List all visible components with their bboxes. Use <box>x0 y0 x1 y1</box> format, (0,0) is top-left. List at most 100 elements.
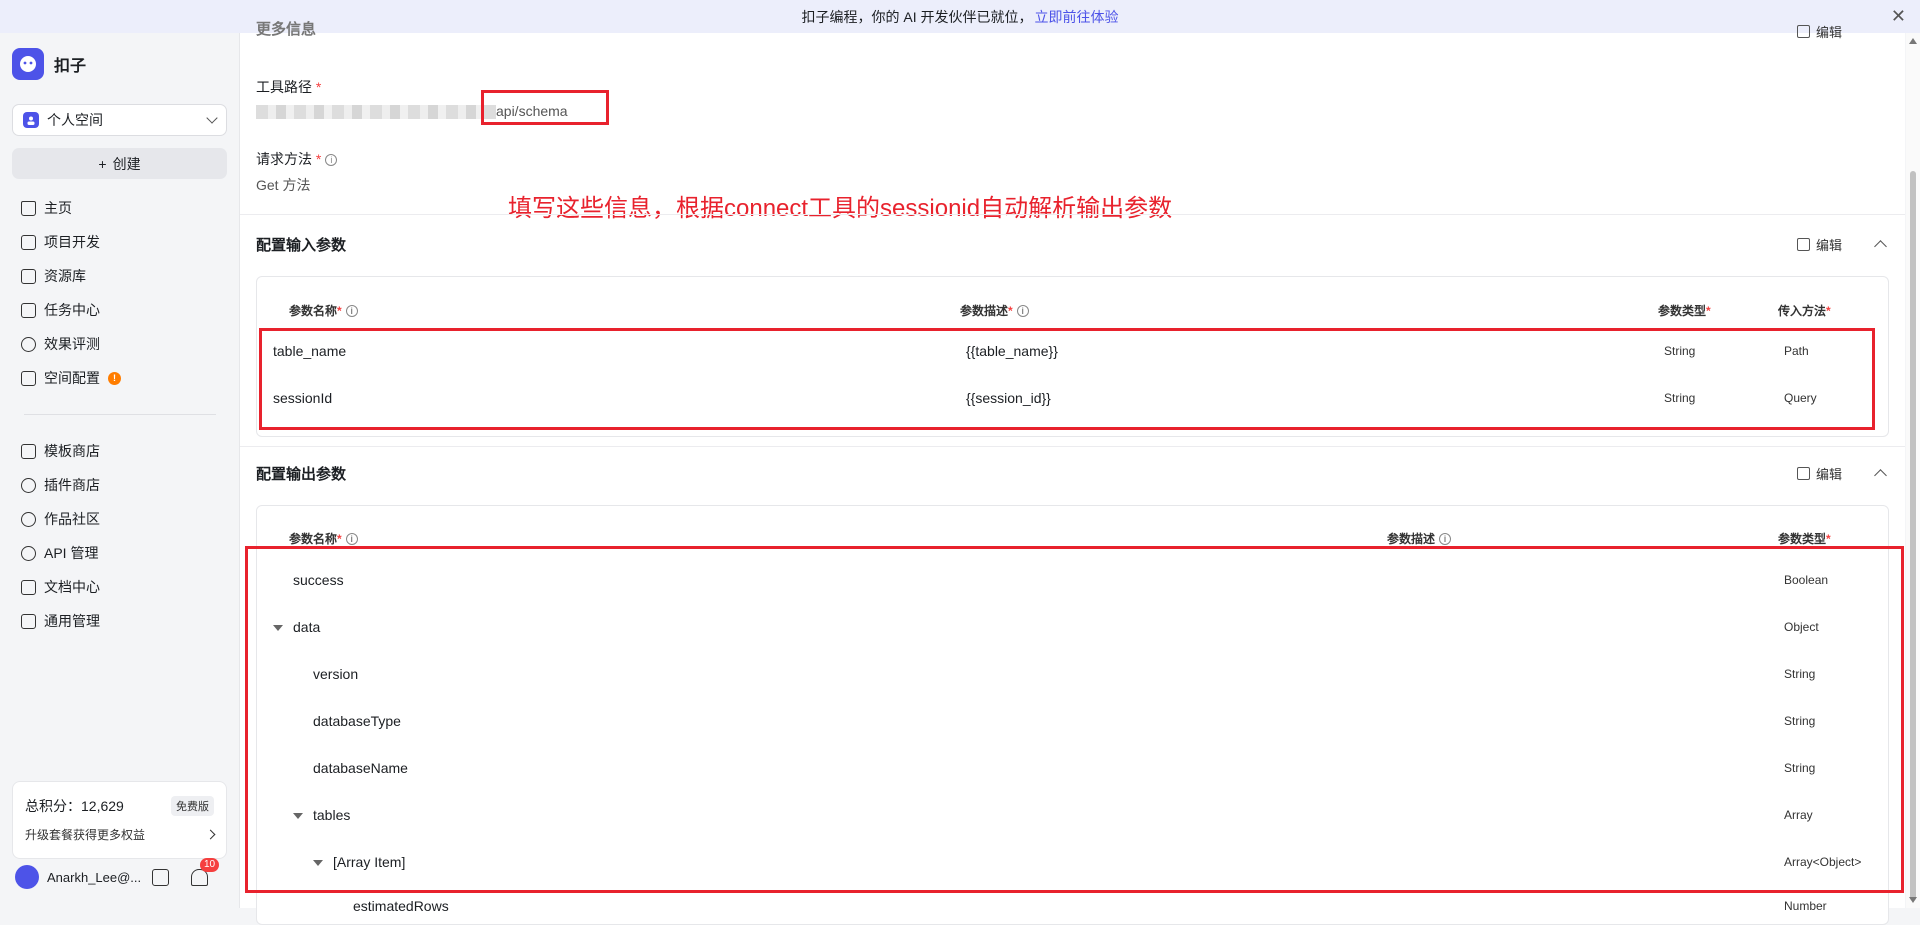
edit-icon <box>1797 238 1810 251</box>
scrollbar-thumb[interactable] <box>1910 171 1916 901</box>
nav-label: 任务中心 <box>44 302 100 318</box>
nav-label: 资源库 <box>44 268 86 284</box>
column-header: 参数描述 * i <box>960 302 1029 319</box>
brand-name: 扣子 <box>54 58 87 75</box>
output-param-type[interactable]: Number <box>1784 899 1827 913</box>
nav-label: 项目开发 <box>44 234 100 250</box>
space-selector[interactable]: 个人空间 <box>12 104 227 136</box>
info-icon[interactable]: i <box>345 304 358 317</box>
banner-link[interactable]: 立即前往体验 <box>1035 7 1119 27</box>
gauge-icon <box>21 336 36 352</box>
total-points: 总积分：12,629 <box>25 798 124 814</box>
create-button[interactable]: + 创建 <box>12 148 227 179</box>
nav-divider <box>24 414 216 415</box>
nav-label: 空间配置 <box>44 370 100 386</box>
request-method-value: Get 方法 <box>256 177 311 193</box>
project-icon <box>21 234 36 250</box>
edit-icon <box>1797 467 1810 480</box>
nav-primary: 主页 项目开发 资源库 任务中心 效果评测 空间配置! <box>12 191 227 395</box>
nav-item-home[interactable]: 主页 <box>12 191 227 225</box>
section-divider <box>240 214 1905 215</box>
points-card: 总积分：12,629 免费版 升级套餐获得更多权益 <box>12 781 227 859</box>
library-icon <box>21 268 36 284</box>
section-divider <box>240 446 1905 447</box>
community-icon <box>21 511 36 527</box>
nav-label: 通用管理 <box>44 613 100 629</box>
bell-icon[interactable]: 10 <box>191 857 220 886</box>
logo-icon <box>12 48 44 80</box>
edit-label: 编辑 <box>1816 238 1843 253</box>
edit-label: 编辑 <box>1816 467 1843 482</box>
apps-grid-icon[interactable] <box>152 868 169 886</box>
close-icon[interactable]: ✕ <box>1891 7 1906 25</box>
column-header: 参数描述 i <box>1387 530 1452 547</box>
redacted-host <box>256 105 496 120</box>
edit-button-output[interactable]: 编辑 <box>1797 464 1842 483</box>
scroll-up-arrow-icon[interactable] <box>1909 38 1917 44</box>
column-header: 参数类型 * <box>1778 531 1831 547</box>
nav-item-general[interactable]: 通用管理 <box>12 604 227 638</box>
nav-item-api[interactable]: API 管理 <box>12 536 227 570</box>
request-method-label: 请求方法 * i <box>256 149 338 169</box>
upgrade-link[interactable]: 升级套餐获得更多权益 <box>25 826 216 843</box>
nav-label: 文档中心 <box>44 579 100 595</box>
info-icon[interactable]: i <box>345 532 358 545</box>
nav-item-plugins[interactable]: 插件商店 <box>12 468 227 502</box>
chevron-down-icon <box>206 112 218 124</box>
edit-button-more-info[interactable]: 编辑 <box>1797 22 1842 41</box>
folder-icon <box>21 370 36 386</box>
nav-item-tasks[interactable]: 任务中心 <box>12 293 227 327</box>
template-icon <box>21 443 36 459</box>
nav-item-library[interactable]: 资源库 <box>12 259 227 293</box>
plus-icon: + <box>98 155 107 172</box>
brand[interactable]: 扣子 <box>12 48 86 80</box>
user-name[interactable]: Anarkh_Lee@... <box>47 870 142 885</box>
info-icon[interactable]: i <box>325 154 338 167</box>
output-param-name[interactable]: estimatedRows <box>353 898 449 914</box>
nav-item-docs[interactable]: 文档中心 <box>12 570 227 604</box>
edit-label: 编辑 <box>1816 25 1843 40</box>
banner-text: 扣子编程，你的 AI 开发伙伴已就位， <box>801 8 1033 25</box>
nav-label: 模板商店 <box>44 443 100 459</box>
plugin-icon <box>21 477 36 493</box>
warning-badge: ! <box>108 371 121 385</box>
nav-item-projects[interactable]: 项目开发 <box>12 225 227 259</box>
section-title-input: 配置输入参数 <box>256 237 347 254</box>
home-icon <box>21 200 36 216</box>
annotation-text: 填写这些信息，根据connect工具的sessionid自动解析输出参数 <box>508 195 1173 222</box>
column-header: 参数类型 * <box>1658 303 1711 319</box>
nav-label: 插件商店 <box>44 477 100 493</box>
nav-label: 作品社区 <box>44 511 100 527</box>
plan-badge: 免费版 <box>171 796 214 816</box>
highlight-box-input <box>259 328 1875 430</box>
notification-count: 10 <box>200 857 220 872</box>
nav-item-community[interactable]: 作品社区 <box>12 502 227 536</box>
scroll-down-arrow-icon[interactable] <box>1909 897 1917 903</box>
nav-item-templates[interactable]: 模板商店 <box>12 434 227 468</box>
user-bar: Anarkh_Lee@... 10 <box>15 857 230 891</box>
nav-secondary: 模板商店 插件商店 作品社区 API 管理 文档中心 通用管理 <box>12 434 227 638</box>
inbox-icon <box>21 613 36 629</box>
avatar[interactable] <box>15 865 39 889</box>
vertical-scrollbar[interactable] <box>1906 33 1920 908</box>
column-header: 参数名称 * i <box>289 530 358 547</box>
nav-label: 效果评测 <box>44 336 100 352</box>
document-icon <box>21 579 36 595</box>
column-header: 参数名称 * i <box>289 302 358 319</box>
nav-label: API 管理 <box>44 545 99 561</box>
chevron-right-icon <box>205 829 216 840</box>
tool-path-label: 工具路径 * <box>256 79 322 95</box>
space-selector-label: 个人空间 <box>47 112 103 128</box>
nav-item-evaluation[interactable]: 效果评测 <box>12 327 227 361</box>
section-title-more-info: 更多信息 <box>256 21 317 38</box>
column-header: 传入方法 * <box>1778 303 1831 319</box>
edit-button-input[interactable]: 编辑 <box>1797 235 1842 254</box>
task-icon <box>21 302 36 318</box>
section-title-output: 配置输出参数 <box>256 466 347 483</box>
nav-label: 主页 <box>44 200 72 216</box>
sidebar: 扣子 个人空间 + 创建 主页 项目开发 资源库 任务中心 效果评测 空间配置!… <box>0 33 240 908</box>
highlight-box-output <box>245 546 1904 893</box>
info-icon[interactable]: i <box>1439 532 1452 545</box>
info-icon[interactable]: i <box>1016 304 1029 317</box>
nav-item-space-config[interactable]: 空间配置! <box>12 361 227 395</box>
